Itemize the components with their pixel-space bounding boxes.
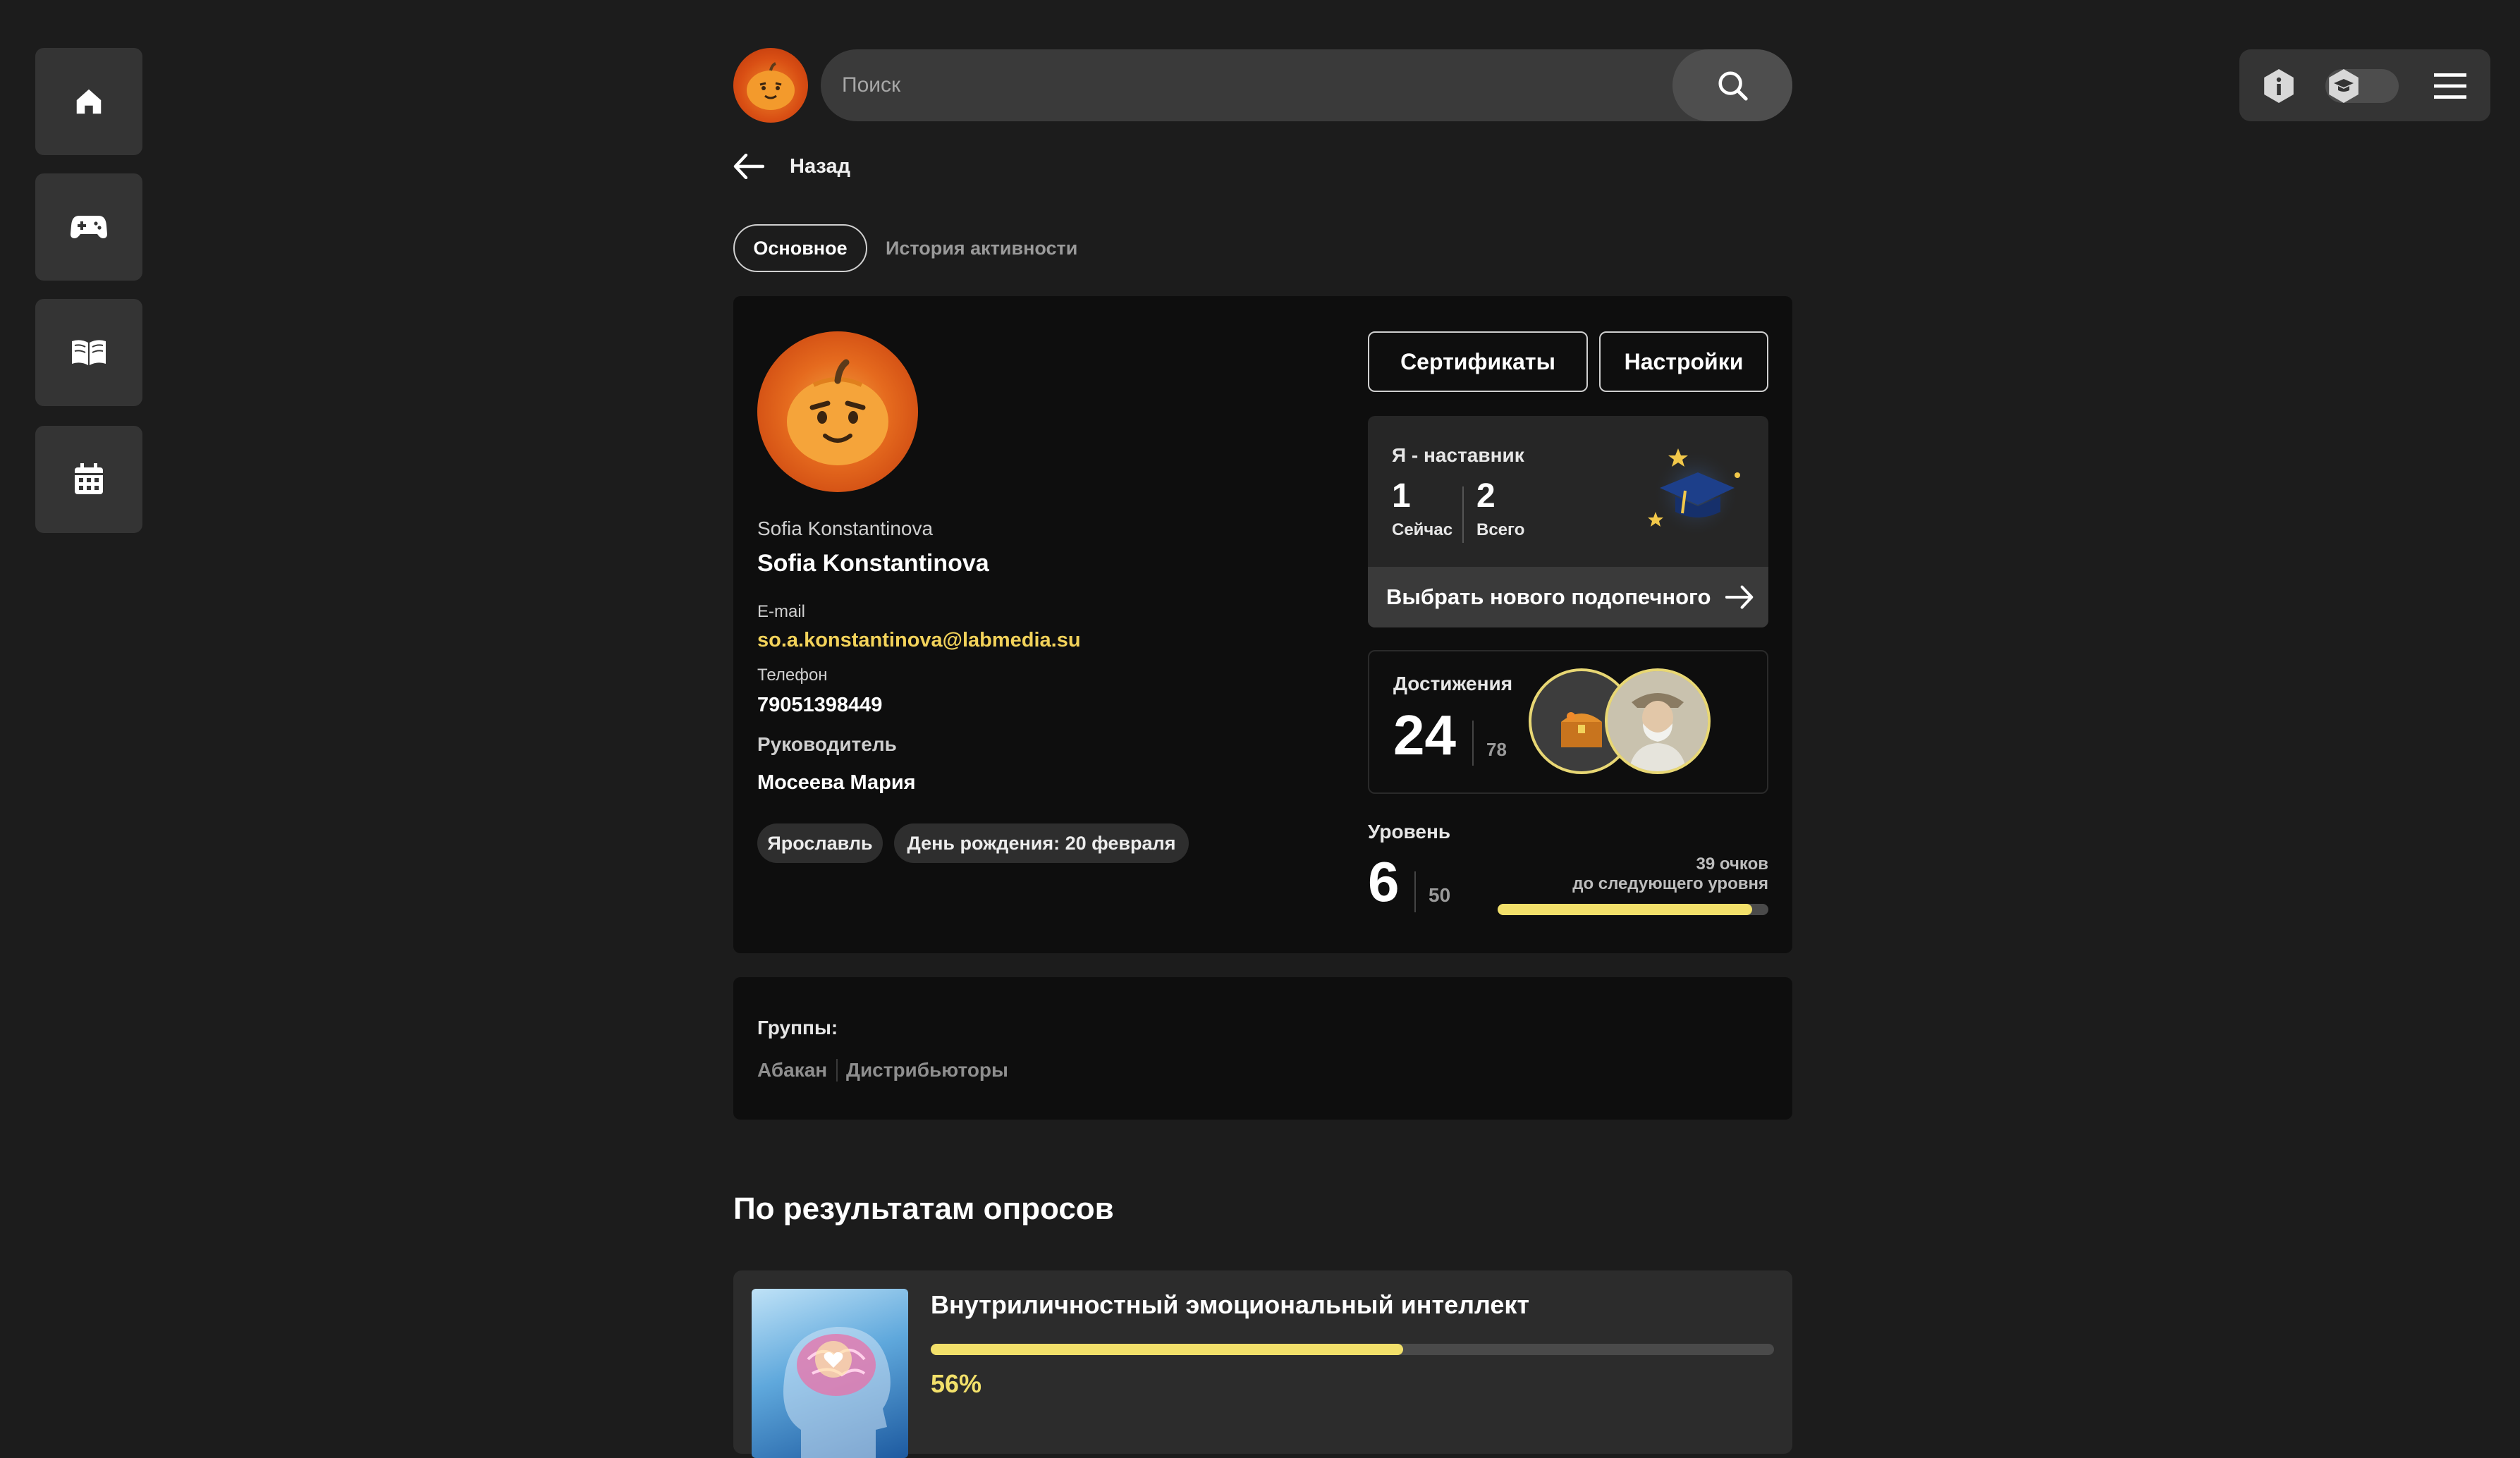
choose-new-mentee-label: Выбрать нового подопечного: [1386, 584, 1711, 609]
manager-name: Мосеева Мария: [757, 771, 916, 794]
survey-image: [752, 1289, 908, 1458]
birthday-badge: День рождения: 20 февраля: [894, 823, 1189, 863]
sidebar-item-calendar[interactable]: [35, 426, 142, 533]
level-max: 50: [1429, 884, 1451, 906]
group-item[interactable]: Абакан: [757, 1059, 827, 1082]
group-item[interactable]: Дистрибьюторы: [846, 1059, 1008, 1082]
mentor-divider: [1462, 486, 1464, 543]
tab-main[interactable]: Основное: [733, 224, 867, 272]
pumpkin-avatar-icon: [787, 359, 888, 465]
book-icon: [72, 340, 106, 365]
certificates-button[interactable]: Сертификаты: [1368, 331, 1588, 392]
achievement-badge-character[interactable]: [1605, 668, 1711, 774]
arrow-right-icon: [1725, 585, 1753, 609]
level-title: Уровень: [1368, 821, 1451, 843]
level-divider: [1414, 871, 1416, 912]
level-progress-bar: [1498, 904, 1768, 915]
calendar-icon: [75, 463, 103, 494]
brain-head-icon: [783, 1326, 891, 1458]
survey-card[interactable]: Внутриличностный эмоциональный интеллект…: [733, 1270, 1792, 1458]
sidebar-item-home[interactable]: [35, 48, 142, 155]
phone-value: 79051398449: [757, 694, 883, 716]
survey-progress-fill: [931, 1344, 1403, 1355]
pumpkin-logo-icon: [747, 62, 795, 110]
mentor-now-value: 1: [1392, 477, 1411, 515]
info-button[interactable]: [2261, 68, 2297, 108]
profile-username: Sofia Konstantinova: [757, 517, 934, 539]
home-icon: [76, 89, 102, 114]
choose-new-mentee-button[interactable]: Выбрать нового подопечного: [1368, 567, 1768, 627]
arrow-left-icon: [733, 154, 764, 179]
manager-label: Руководитель: [757, 733, 897, 755]
achievements-count: 24: [1393, 704, 1456, 766]
avatar: [757, 331, 918, 492]
sidebar-item-library[interactable]: [35, 299, 142, 406]
email-link[interactable]: so.a.konstantinova@labmedia.su: [757, 629, 1081, 652]
mentor-mode-toggle[interactable]: [2325, 69, 2399, 103]
mentor-title: Я - наставник: [1392, 444, 1524, 466]
level-value: 6: [1368, 850, 1400, 913]
mentor-panel: Я - наставник 1 Сейчас 2 Всего Выбрать н…: [1368, 416, 1768, 627]
surveys-section-title: По результатам опросов: [733, 1191, 1114, 1226]
profile-full-name: Sofia Konstantinova: [757, 550, 989, 577]
character-portrait-icon: [1608, 671, 1708, 771]
email-label: E-mail: [757, 602, 806, 621]
graduation-cap-icon: [1648, 448, 1740, 537]
groups-divider: [836, 1059, 838, 1082]
mentor-total-value: 2: [1476, 477, 1496, 515]
level-next-label: до следующего уровня: [1572, 874, 1768, 893]
tab-activity-history[interactable]: История активности: [886, 224, 1077, 272]
info-hexagon-icon: [2264, 69, 2294, 103]
mentor-now-label: Сейчас: [1392, 520, 1453, 539]
achievements-divider: [1472, 721, 1474, 766]
survey-progress-bar: [931, 1344, 1774, 1355]
top-right-toolbar: [2239, 49, 2490, 121]
back-link[interactable]: Назад: [733, 154, 850, 179]
groups-card: Группы: Абакан Дистрибьюторы: [733, 977, 1792, 1120]
search-bar: [821, 49, 1792, 121]
achievements-title: Достижения: [1393, 673, 1513, 694]
achievements-total: 78: [1486, 739, 1507, 760]
settings-button[interactable]: Настройки: [1599, 331, 1768, 392]
search-input[interactable]: [842, 49, 1617, 121]
back-label: Назад: [790, 154, 850, 178]
search-icon: [1718, 71, 1748, 101]
sidebar-item-games[interactable]: [35, 173, 142, 281]
level-progress-fill: [1498, 904, 1752, 915]
graduation-cap-hexagon-icon: [2329, 69, 2359, 103]
menu-button[interactable]: [2434, 73, 2466, 102]
phone-label: Телефон: [757, 666, 828, 685]
app-logo[interactable]: [733, 48, 808, 123]
survey-percent: 56%: [931, 1369, 982, 1398]
mentor-total-label: Всего: [1476, 520, 1525, 539]
hamburger-menu-icon: [2434, 73, 2466, 99]
city-badge: Ярославль: [757, 823, 883, 863]
achievements-panel[interactable]: Достижения 24 78: [1368, 650, 1768, 794]
level-points: 39 очков: [1696, 854, 1768, 874]
search-button[interactable]: [1672, 49, 1792, 121]
groups-title: Группы:: [757, 1017, 838, 1039]
gamepad-icon: [71, 216, 107, 238]
survey-title: Внутриличностный эмоциональный интеллект: [931, 1290, 1530, 1319]
